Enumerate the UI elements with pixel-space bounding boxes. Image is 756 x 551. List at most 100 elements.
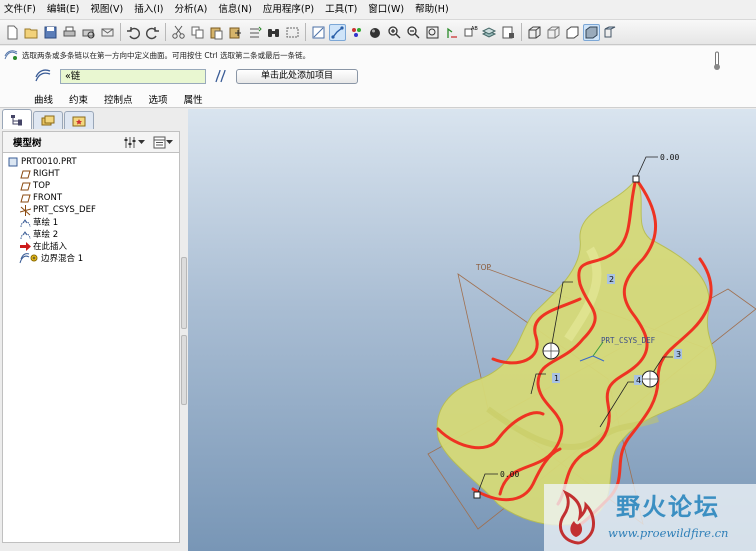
spin-center-icon[interactable]	[329, 23, 346, 41]
redo-icon[interactable]	[144, 24, 161, 41]
sketch-icon	[19, 229, 31, 240]
cut-icon[interactable]	[170, 24, 187, 41]
regenerate-icon[interactable]	[246, 24, 263, 41]
resize-handle[interactable]	[181, 335, 187, 405]
tree-settings-button[interactable]	[124, 136, 145, 149]
tree-node-sketch-1[interactable]: 草绘 1	[19, 216, 58, 228]
add-item-collector[interactable]: 单击此处添加项目	[236, 68, 358, 84]
second-direction-icon[interactable]	[212, 69, 230, 83]
tree-node-csys[interactable]: PRT_CSYS_DEF	[19, 204, 96, 216]
first-direction-icon[interactable]	[34, 69, 52, 83]
no-hidden-icon[interactable]	[564, 24, 581, 41]
reorient-icon[interactable]	[443, 24, 460, 41]
menu-view[interactable]: 视图(V)	[86, 0, 130, 20]
save-icon[interactable]	[42, 24, 59, 41]
menu-info[interactable]: 信息(N)	[214, 0, 259, 20]
email-icon[interactable]	[99, 24, 116, 41]
tab-control-points[interactable]: 控制点	[104, 92, 133, 106]
first-direction-chain-collector[interactable]: «链	[60, 68, 206, 84]
layers-icon[interactable]	[481, 24, 498, 41]
menu-insert[interactable]: 插入(I)	[130, 0, 170, 20]
open-icon[interactable]	[23, 24, 40, 41]
toolbar-separator	[521, 23, 522, 41]
refit-icon[interactable]	[424, 24, 441, 41]
menu-applications[interactable]: 应用程序(P)	[259, 0, 321, 20]
datum-plane-icon	[19, 169, 31, 180]
insert-here-arrow-icon	[19, 241, 31, 252]
find-icon[interactable]	[265, 24, 282, 41]
undo-icon[interactable]	[125, 24, 142, 41]
toolbar-separator	[305, 23, 306, 41]
tree-node-part[interactable]: PRT0010.PRT	[7, 156, 77, 168]
model-tree-title: 模型树	[13, 138, 42, 149]
orient-icon[interactable]	[348, 24, 365, 41]
feature-dashboard: 选取两条或多条链以在第一方向中定义曲面。可用按住 Ctrl 选取第二条或最后一条…	[0, 46, 756, 108]
tree-node-insert-here[interactable]: 在此插入	[19, 240, 67, 252]
dimension-value-top[interactable]: 0.00	[660, 153, 679, 162]
zoom-in-icon[interactable]	[386, 24, 403, 41]
favorites-icon	[72, 116, 86, 126]
menu-tools[interactable]: 工具(T)	[321, 0, 364, 20]
thermometer-icon	[714, 51, 720, 70]
dimension-value-bottom[interactable]: 0.00	[500, 470, 519, 479]
part-icon	[7, 157, 19, 168]
svg-text:AB: AB	[471, 26, 478, 32]
print-preview-icon[interactable]	[80, 24, 97, 41]
tab-properties[interactable]: 属性	[184, 92, 203, 106]
model-tree-tools	[116, 136, 173, 149]
navigator-tabs	[0, 109, 188, 129]
tree-node-label: TOP	[33, 181, 51, 191]
sketch-icon	[19, 217, 31, 228]
print-icon[interactable]	[61, 24, 78, 41]
tab-folder-browser[interactable]	[33, 111, 63, 129]
collapse-handle[interactable]	[181, 257, 187, 329]
model-tree: PRT0010.PRT RIGHT TOP FRONT PRT_CSYS_DEF…	[2, 153, 180, 543]
saved-views-icon[interactable]	[367, 24, 384, 41]
tab-model-tree[interactable]	[2, 109, 32, 129]
handle-label-4: 4	[636, 376, 641, 385]
coordinate-system-icon	[19, 204, 31, 216]
tab-options[interactable]: 选项	[149, 92, 168, 106]
wireframe-icon[interactable]	[526, 24, 543, 41]
tab-favorites[interactable]	[64, 111, 94, 129]
tree-show-button[interactable]	[153, 136, 173, 149]
menu-window[interactable]: 窗口(W)	[364, 0, 411, 20]
model-display-icon[interactable]	[500, 24, 517, 41]
endpoint-handle-top[interactable]	[632, 175, 640, 183]
tab-constraints[interactable]: 约束	[69, 92, 88, 106]
tab-curves[interactable]: 曲线	[34, 92, 53, 106]
tree-node-sketch-2[interactable]: 草绘 2	[19, 228, 58, 240]
tree-node-label: 在此插入	[33, 242, 68, 252]
watermark-url: www.proewildfire.cn	[608, 526, 729, 540]
menu-edit[interactable]: 编辑(E)	[43, 0, 86, 20]
hidden-line-icon[interactable]	[545, 24, 562, 41]
repaint-icon[interactable]	[310, 24, 327, 41]
copy-icon[interactable]	[189, 24, 206, 41]
main-toolbar: AB	[0, 20, 756, 45]
panel-splitter[interactable]	[180, 109, 188, 551]
model-tree-header: 模型树	[2, 131, 180, 153]
tree-node-boundary-blend[interactable]: 边界混合 1	[19, 252, 83, 264]
tree-node-label: 草绘 1	[33, 218, 59, 228]
menu-analysis[interactable]: 分析(A)	[170, 0, 214, 20]
endpoint-handle-bottom[interactable]	[473, 491, 481, 499]
tree-node-front[interactable]: FRONT	[19, 192, 62, 204]
new-icon[interactable]	[4, 24, 21, 41]
zoom-out-icon[interactable]	[405, 24, 422, 41]
menu-file[interactable]: 文件(F)	[0, 0, 43, 20]
tree-node-right[interactable]: RIGHT	[19, 168, 60, 180]
tree-node-top[interactable]: TOP	[19, 180, 50, 192]
tree-node-label: PRT0010.PRT	[21, 157, 77, 167]
datum-plane-icon	[19, 193, 31, 204]
paste-icon[interactable]	[208, 24, 225, 41]
paste-special-icon[interactable]	[227, 24, 244, 41]
datum-plane-icon	[19, 181, 31, 192]
view-manager-icon[interactable]: AB	[462, 24, 479, 41]
handle-label-1: 1	[554, 374, 559, 383]
shading-icon[interactable]	[583, 23, 600, 41]
tree-node-label: FRONT	[33, 193, 63, 203]
chevron-down-icon	[138, 139, 145, 144]
menu-help[interactable]: 帮助(H)	[411, 0, 456, 20]
datum-display-icon[interactable]	[602, 24, 619, 41]
select-box-icon[interactable]	[284, 24, 301, 41]
